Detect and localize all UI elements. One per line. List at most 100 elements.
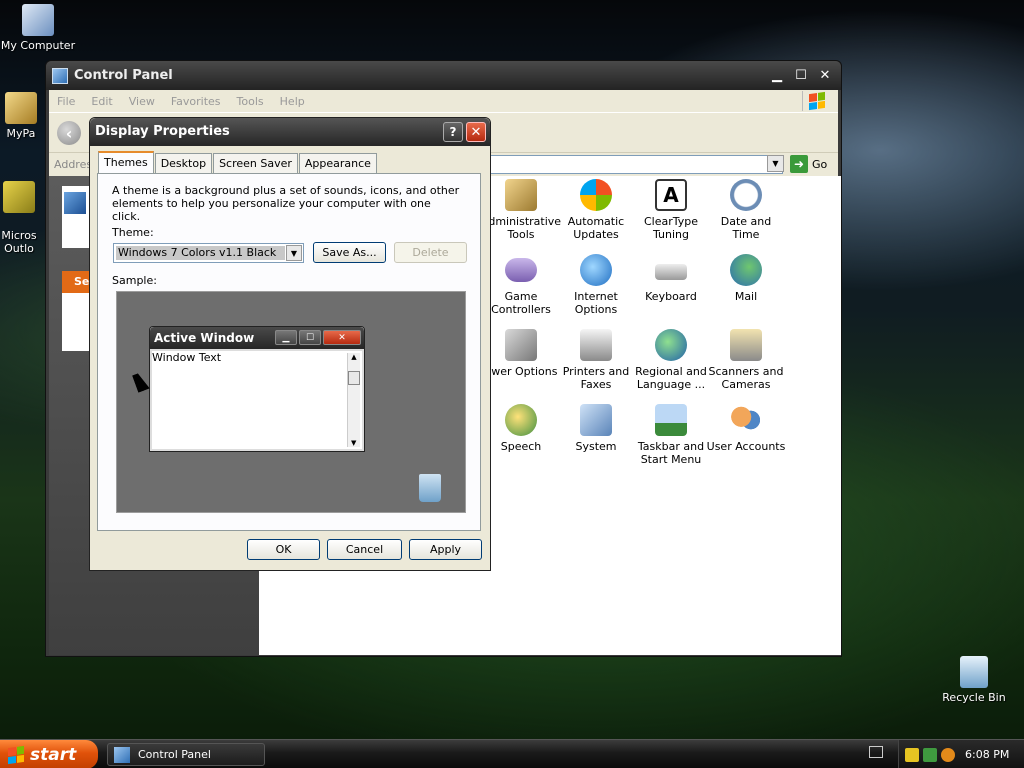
keyboard-layout-icon[interactable]: [869, 746, 883, 758]
menu-tools[interactable]: Tools: [237, 95, 264, 108]
sample-window: Active Window ▁ ☐ ✕ Window Text ▲ ▼: [149, 326, 365, 452]
recycle-bin-icon: [960, 656, 988, 688]
desktop-icon-outlook[interactable]: Micros Outlo: [0, 168, 44, 255]
minimize-icon: ▁: [275, 330, 297, 345]
sample-window-title-bar: Active Window ▁ ☐ ✕: [150, 327, 364, 349]
sample-window-body: Window Text ▲ ▼: [152, 351, 362, 449]
close-button[interactable]: ✕: [815, 66, 835, 85]
item-label: Regional and Language ...: [635, 365, 707, 391]
chevron-down-icon[interactable]: ▼: [286, 245, 302, 261]
go-button[interactable]: ➜ Go: [790, 155, 827, 173]
menu-file[interactable]: File: [57, 95, 75, 108]
windows-logo-icon: [802, 91, 830, 111]
back-arrow-icon[interactable]: ‹: [57, 121, 81, 145]
item-speech[interactable]: Speech: [481, 404, 561, 453]
item-taskbar-and-start-menu[interactable]: Taskbar and Start Menu: [631, 404, 711, 466]
item-label: Keyboard: [645, 290, 697, 303]
tab-desktop[interactable]: Desktop: [154, 153, 213, 173]
desktop-icon-label: MyPa: [6, 127, 36, 140]
scroll-up-icon: ▲: [351, 353, 357, 361]
globe-icon: [655, 329, 687, 361]
cancel-button[interactable]: Cancel: [327, 539, 402, 560]
item-power-options[interactable]: ower Options: [481, 329, 561, 378]
control-panel-icon: [52, 67, 68, 84]
item-label: Speech: [500, 440, 542, 453]
item-label: Administrative Tools: [481, 215, 562, 241]
theme-description: A theme is a background plus a set of so…: [112, 184, 460, 223]
item-game-controllers[interactable]: Game Controllers: [481, 254, 561, 316]
power-options-icon: [505, 329, 537, 361]
minimize-button[interactable]: ▁: [767, 66, 787, 85]
go-label: Go: [812, 157, 828, 171]
desktop-icon-recycle-bin[interactable]: Recycle Bin: [934, 656, 1014, 704]
chevron-down-icon[interactable]: ▼: [767, 155, 784, 172]
item-label: Mail: [734, 290, 758, 303]
taskbar-item-label: Control Panel: [138, 748, 211, 761]
save-as-button[interactable]: Save As...: [313, 242, 386, 263]
date-time-icon: [730, 179, 762, 211]
desktop-icon-my-computer[interactable]: My Computer: [0, 4, 78, 52]
item-scanners-and-cameras[interactable]: Scanners and Cameras: [706, 329, 786, 391]
item-label: Date and Time: [720, 215, 772, 241]
item-cleartype-tuning[interactable]: A ClearType Tuning: [631, 179, 711, 241]
start-label: start: [30, 744, 77, 765]
display-properties-dialog[interactable]: Display Properties ? ✕ Themes Desktop Sc…: [89, 117, 491, 571]
menu-edit[interactable]: Edit: [91, 95, 112, 108]
maximize-button[interactable]: ☐: [791, 66, 811, 85]
network-icon[interactable]: [923, 747, 937, 762]
control-panel-icon: [64, 192, 86, 214]
cleartype-icon: A: [655, 179, 687, 211]
recycle-bin-icon: [419, 474, 441, 502]
security-shield-icon[interactable]: [905, 747, 919, 762]
scrollbar: ▲ ▼: [347, 353, 360, 447]
title-bar[interactable]: Control Panel ▁ ☐ ✕: [46, 61, 841, 90]
dialog-title-bar[interactable]: Display Properties ? ✕: [90, 118, 490, 146]
item-printers-and-faxes[interactable]: Printers and Faxes: [556, 329, 636, 391]
item-keyboard[interactable]: Keyboard: [631, 254, 711, 303]
tab-themes[interactable]: Themes: [98, 151, 154, 173]
computer-icon: [22, 4, 54, 36]
theme-sample-preview: Active Window ▁ ☐ ✕ Window Text ▲ ▼: [116, 291, 466, 513]
menu-favorites[interactable]: Favorites: [171, 95, 221, 108]
menu-help[interactable]: Help: [280, 95, 305, 108]
item-automatic-updates[interactable]: Automatic Updates: [556, 179, 636, 241]
tab-appearance[interactable]: Appearance: [298, 153, 377, 173]
menu-view[interactable]: View: [129, 95, 155, 108]
sample-window-text: Window Text: [152, 351, 222, 364]
item-mail[interactable]: Mail: [706, 254, 786, 303]
item-regional-and-language[interactable]: Regional and Language ...: [631, 329, 711, 391]
task-panel-box: [62, 186, 92, 248]
speech-icon: [505, 404, 537, 436]
maximize-icon: ☐: [299, 330, 321, 345]
folder-icon: [5, 92, 37, 124]
dialog-close-button[interactable]: ✕: [466, 122, 486, 142]
desktop-icon-label: Micros Outlo: [1, 229, 37, 255]
clock[interactable]: 6:08 PM: [965, 748, 1009, 761]
outlook-icon: [3, 181, 35, 213]
tab-screen-saver[interactable]: Screen Saver: [213, 153, 298, 173]
taskbar-icon: [655, 404, 687, 436]
start-button[interactable]: start: [0, 740, 98, 768]
mail-icon: [730, 254, 762, 286]
see-also-box: Se: [62, 271, 92, 351]
control-panel-icon: [114, 746, 130, 763]
delete-button[interactable]: Delete: [394, 242, 467, 263]
item-label: System: [575, 440, 617, 453]
item-label: Internet Options: [574, 290, 618, 316]
item-administrative-tools[interactable]: Administrative Tools: [481, 179, 561, 241]
search-icon[interactable]: [941, 747, 955, 762]
apply-button[interactable]: Apply: [409, 539, 482, 560]
ok-button[interactable]: OK: [247, 539, 320, 560]
admin-tools-icon: [505, 179, 537, 211]
task-header: Se: [62, 271, 92, 293]
system-tray: 6:08 PM: [898, 740, 1024, 768]
theme-select[interactable]: Windows 7 Colors v1.1 Black ▼: [113, 243, 304, 263]
help-button[interactable]: ?: [443, 122, 463, 142]
item-internet-options[interactable]: Internet Options: [556, 254, 636, 316]
item-user-accounts[interactable]: User Accounts: [706, 404, 786, 453]
desktop-icon-label: Recycle Bin: [942, 691, 1006, 704]
item-system[interactable]: System: [556, 404, 636, 453]
item-label: Game Controllers: [491, 290, 551, 316]
taskbar-item-control-panel[interactable]: Control Panel: [107, 743, 265, 766]
item-date-and-time[interactable]: Date and Time: [706, 179, 786, 241]
